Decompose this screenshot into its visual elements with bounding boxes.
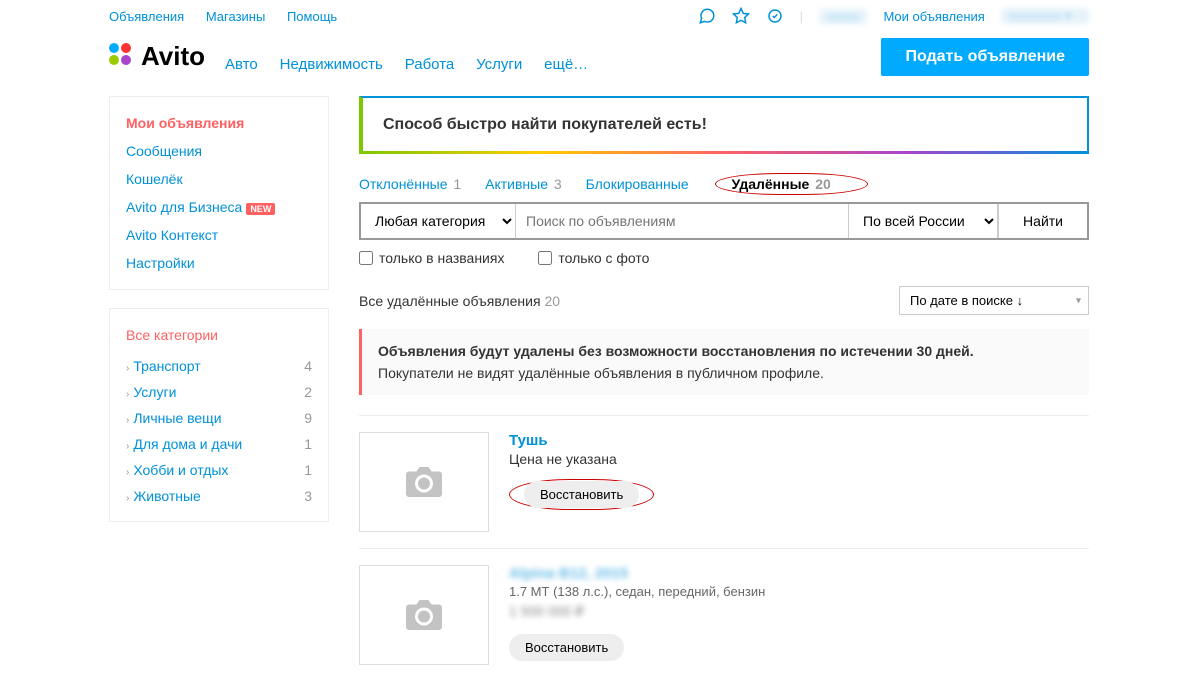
listing-item: Alpina B12, 2015 1.7 МТ (138 л.с.), седа… — [359, 548, 1089, 681]
category-item[interactable]: ›Для дома и дачи1 — [110, 431, 328, 457]
annotation-circle: Удалённые 20 — [715, 173, 868, 195]
category-select[interactable]: Любая категория — [361, 204, 516, 238]
nav-auto[interactable]: Авто — [225, 56, 258, 73]
sidebar-categories: Все категории ›Транспорт4 ›Услуги2 ›Личн… — [109, 308, 329, 522]
tab-rejected[interactable]: Отклонённые 1 — [359, 174, 461, 194]
top-link-my-ads[interactable]: Мои объявления — [883, 9, 984, 24]
category-item[interactable]: ›Транспорт4 — [110, 353, 328, 379]
logo[interactable]: Avito — [109, 41, 205, 72]
notice-title: Объявления будут удалены без возможности… — [378, 343, 1073, 359]
nav-realty[interactable]: Недвижимость — [280, 56, 383, 73]
filter-bar: Любая категория По всей России Найти — [359, 202, 1089, 240]
main-content: Способ быстро найти покупателей есть! От… — [359, 96, 1089, 681]
summary-count: 20 — [544, 293, 560, 309]
filter-checkboxes: только в названиях только с фото — [359, 250, 1089, 268]
status-tabs: Отклонённые 1 Активные 3 Блокированные У… — [359, 174, 1089, 194]
category-item[interactable]: ›Животные3 — [110, 483, 328, 509]
nav-jobs[interactable]: Работа — [405, 56, 455, 73]
header: Avito Авто Недвижимость Работа Услуги ещ… — [109, 38, 1089, 76]
camera-icon — [406, 467, 442, 497]
tab-blocked[interactable]: Блокированные — [586, 174, 691, 194]
notifications-icon[interactable] — [766, 7, 784, 25]
category-item[interactable]: ›Личные вещи9 — [110, 405, 328, 431]
messages-icon[interactable] — [698, 7, 716, 25]
sidebar-item-context[interactable]: Avito Контекст — [110, 221, 328, 249]
listing-thumbnail — [359, 432, 489, 532]
sidebar-item-messages[interactable]: Сообщения — [110, 137, 328, 165]
sidebar-menu: Мои объявления Сообщения Кошелёк Avito д… — [109, 96, 329, 290]
checkbox-only-titles[interactable]: только в названиях — [359, 250, 504, 266]
region-select[interactable]: По всей России — [848, 204, 998, 238]
camera-icon — [406, 600, 442, 630]
listing-item: Тушь Цена не указана Восстановить — [359, 415, 1089, 548]
promo-banner[interactable]: Способ быстро найти покупателей есть! — [359, 96, 1089, 154]
favorites-icon[interactable] — [732, 7, 750, 25]
sidebar-item-my-ads[interactable]: Мои объявления — [110, 109, 328, 137]
balance-blurred: xxxxx — [819, 9, 868, 24]
sidebar-item-business[interactable]: Avito для БизнесаNEW — [110, 193, 328, 221]
top-link-shops[interactable]: Магазины — [206, 9, 266, 24]
summary-row: Все удалённые объявления 20 По дате в по… — [359, 286, 1089, 315]
post-ad-button[interactable]: Подать объявление — [881, 38, 1089, 76]
sidebar-item-settings[interactable]: Настройки — [110, 249, 328, 277]
tab-deleted[interactable]: Удалённые 20 — [732, 174, 831, 194]
annotation-circle: Восстановить — [509, 479, 654, 510]
nav-services[interactable]: Услуги — [476, 56, 522, 73]
category-item[interactable]: ›Хобби и отдых1 — [110, 457, 328, 483]
listing-thumbnail — [359, 565, 489, 665]
listing-title[interactable]: Alpina B12, 2015 — [509, 565, 1089, 582]
summary-text: Все удалённые объявления — [359, 293, 541, 309]
notice-text: Покупатели не видят удалённые объявления… — [378, 365, 1073, 381]
sort-select[interactable]: По дате в поиске ↓ — [899, 286, 1089, 315]
checkbox-only-photo[interactable]: только с фото — [538, 250, 649, 266]
listing-price: 1 500 000 ₽ — [509, 603, 1089, 620]
listing-title[interactable]: Тушь — [509, 432, 1089, 449]
sidebar-item-wallet[interactable]: Кошелёк — [110, 165, 328, 193]
listing-price: Цена не указана — [509, 451, 1089, 467]
deletion-notice: Объявления будут удалены без возможности… — [359, 329, 1089, 395]
category-item[interactable]: ›Услуги2 — [110, 379, 328, 405]
nav-more[interactable]: ещё… — [544, 56, 588, 73]
main-nav: Авто Недвижимость Работа Услуги ещё… — [225, 56, 606, 73]
restore-button[interactable]: Восстановить — [524, 481, 639, 508]
categories-header: Все категории — [110, 321, 328, 349]
top-link-help[interactable]: Помощь — [287, 9, 337, 24]
tab-active[interactable]: Активные 3 — [485, 174, 562, 194]
find-button[interactable]: Найти — [998, 204, 1087, 238]
username-blurred[interactable]: xxxxxxxx ▾ — [1001, 8, 1089, 24]
restore-button[interactable]: Восстановить — [509, 634, 624, 661]
sidebar: Мои объявления Сообщения Кошелёк Avito д… — [109, 96, 329, 540]
listing-desc: 1.7 МТ (138 л.с.), седан, передний, бенз… — [509, 584, 1089, 599]
top-link-ads[interactable]: Объявления — [109, 9, 184, 24]
topbar: Объявления Магазины Помощь | xxxxx Мои о… — [109, 0, 1089, 28]
search-input[interactable] — [516, 204, 848, 238]
